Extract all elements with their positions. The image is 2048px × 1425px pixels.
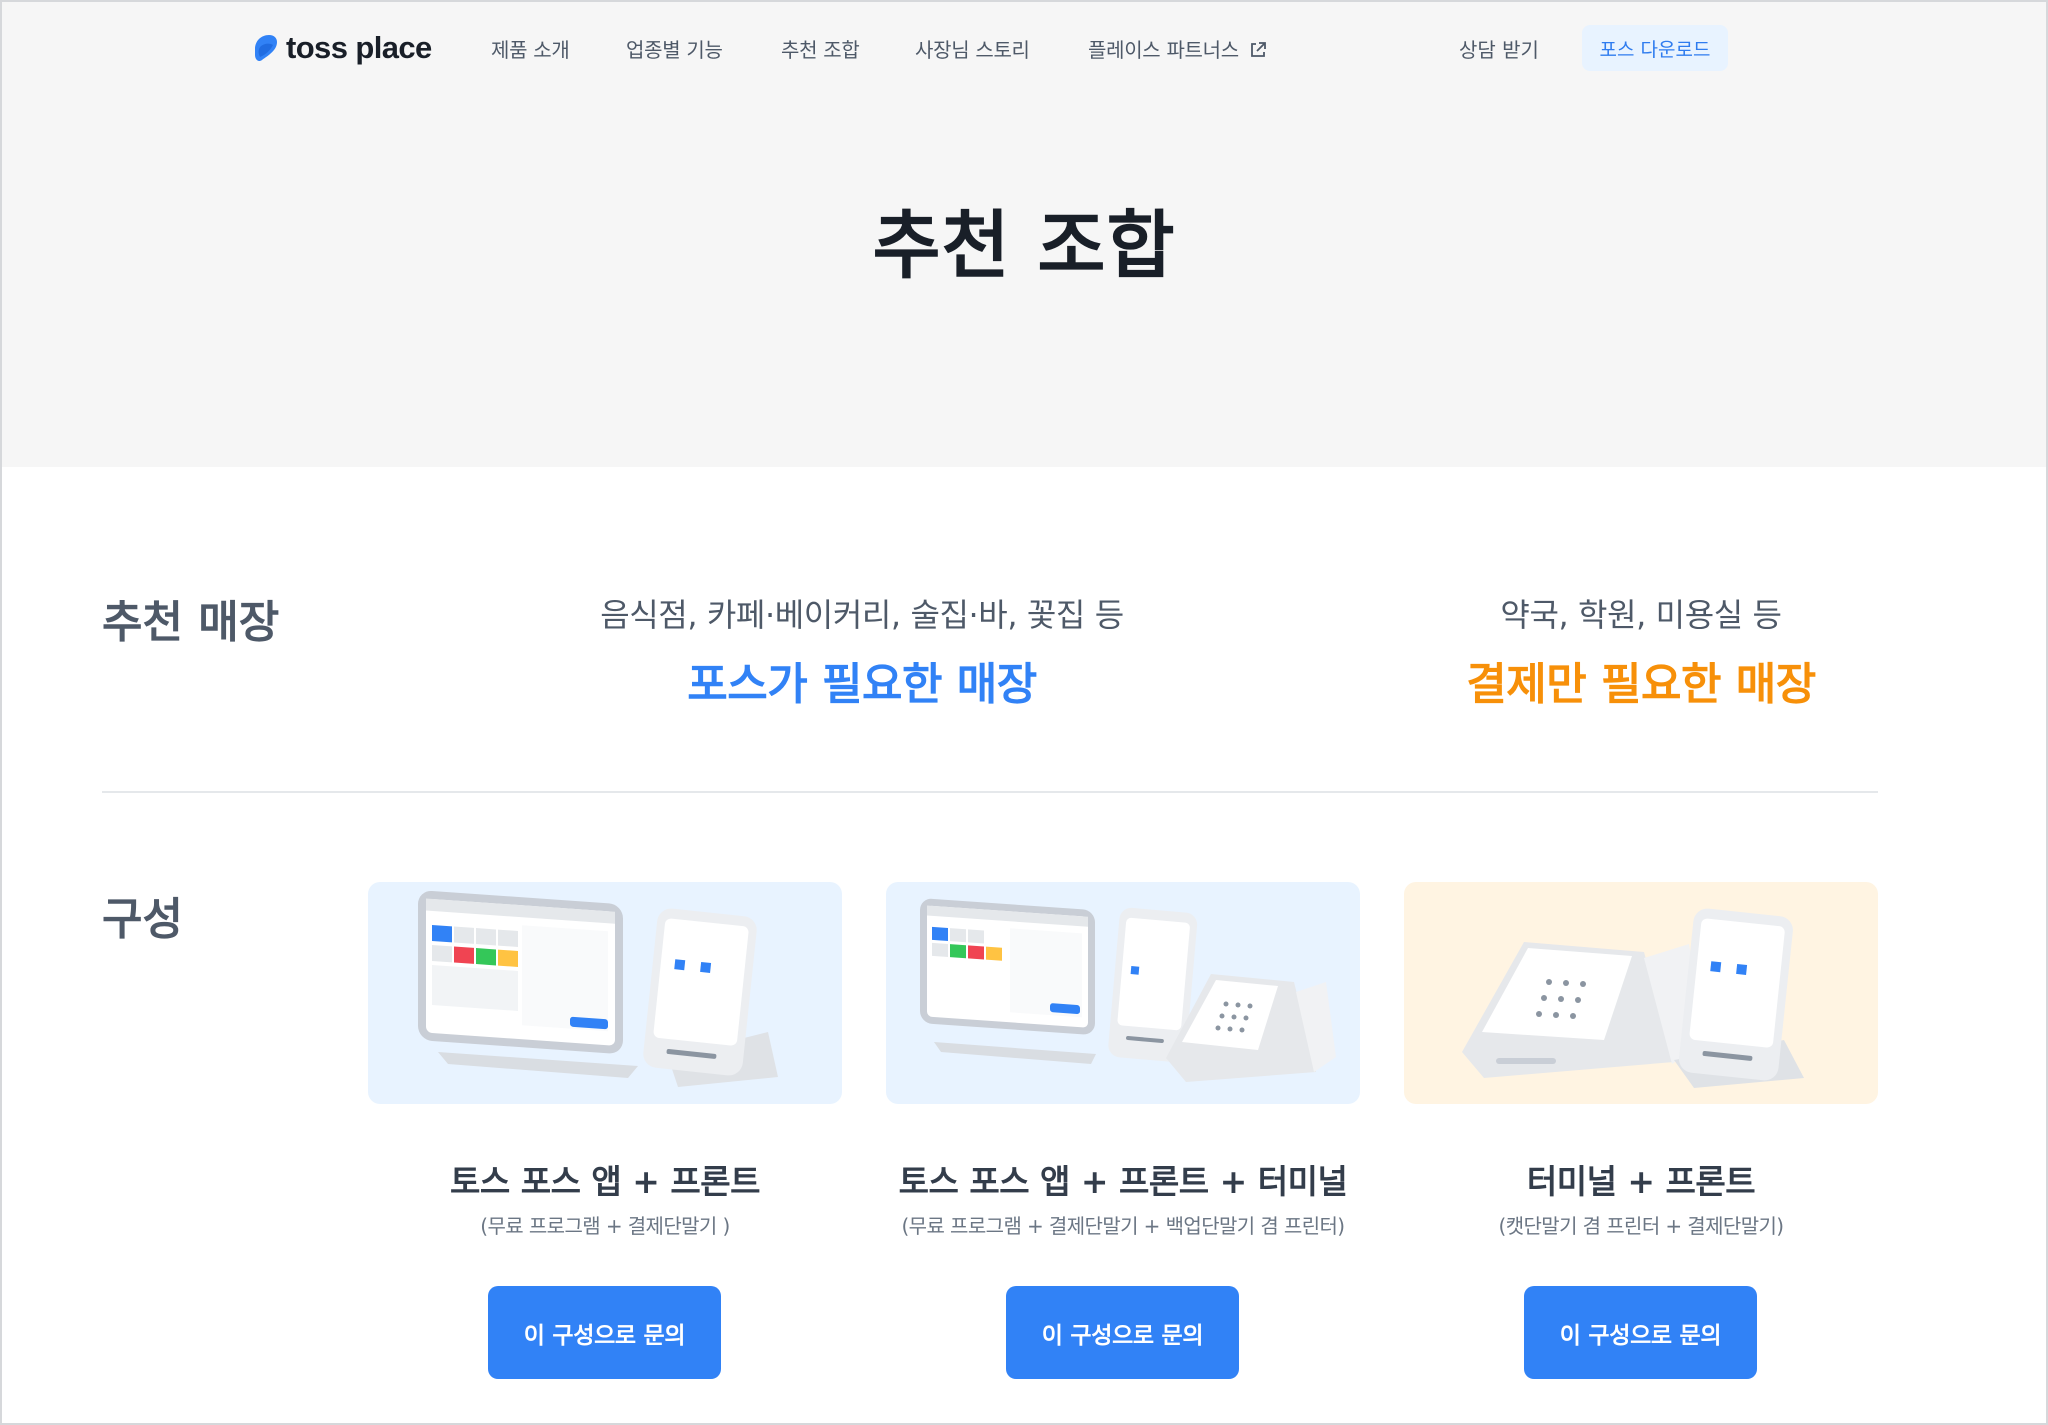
pos-tablet-and-front-device-image	[368, 882, 842, 1104]
card-2-title: 토스 포스 앱 + 프론트 + 터미널	[898, 1162, 1348, 1201]
nav-item-place-partners-label: 플레이스 파트너스	[1088, 38, 1239, 62]
product-illustration	[920, 898, 1336, 1082]
card-2-subtitle: (무료 프로그램 + 결제단말기 + 백업단말기 겸 프린터)	[901, 1214, 1345, 1238]
card-1-title: 토스 포스 앱 + 프론트	[450, 1162, 761, 1201]
toss-logo-icon	[255, 35, 277, 62]
brand-name: toss place	[286, 30, 432, 65]
top-navigation: toss place 제품 소개 업종별 기능 추천 조합 사장님 스토리 플레…	[0, 0, 2048, 96]
card-1-subtitle: (무료 프로그램 + 결제단말기 )	[480, 1214, 730, 1238]
page-title: 추천 조합	[872, 203, 1176, 289]
pos-store-description: 음식점, 카페·베이커리, 술집·바, 꽃집 등	[600, 596, 1124, 634]
product-illustration	[1462, 908, 1804, 1088]
card-3-title: 터미널 + 프론트	[1526, 1162, 1756, 1201]
terminal-and-front-device-image	[1404, 882, 1878, 1104]
payment-store-heading: 결제만 필요한 매장	[1466, 659, 1816, 710]
nav-item-industry-features[interactable]: 업종별 기능	[626, 34, 723, 63]
nav-item-owner-stories[interactable]: 사장님 스토리	[915, 34, 1030, 63]
external-link-icon	[1250, 42, 1266, 57]
pos-store-column: 음식점, 카페·베이커리, 술집·바, 꽃집 등 포스가 필요한 매장	[562, 590, 1162, 712]
product-illustration	[418, 890, 778, 1087]
nav-item-place-partners[interactable]: 플레이스 파트너스	[1088, 34, 1267, 63]
card-3-subtitle: (캣단말기 겸 프린터 + 결제단말기)	[1498, 1214, 1785, 1238]
nav-item-recommended-combo[interactable]: 추천 조합	[781, 34, 860, 63]
toss-place-logo[interactable]: toss place	[248, 30, 432, 66]
stores-row-label: 추천 매장	[102, 597, 280, 648]
config-row-label: 구성	[102, 894, 183, 945]
pos-download-button[interactable]: 포스 다운로드	[1582, 25, 1728, 71]
hero-section: toss place 제품 소개 업종별 기능 추천 조합 사장님 스토리 플레…	[0, 0, 2048, 467]
card-1-inquiry-button[interactable]: 이 구성으로 문의	[488, 1286, 721, 1379]
pos-store-heading: 포스가 필요한 매장	[687, 659, 1037, 710]
section-divider	[102, 791, 1878, 793]
payment-store-description: 약국, 학원, 미용실 등	[1500, 596, 1782, 634]
pos-tablet-front-and-terminal-image	[886, 882, 1360, 1104]
card-2-inquiry-button[interactable]: 이 구성으로 문의	[1006, 1286, 1239, 1379]
nav-item-products[interactable]: 제품 소개	[491, 34, 570, 63]
consult-link[interactable]: 상담 받기	[1459, 34, 1539, 63]
card-3-inquiry-button[interactable]: 이 구성으로 문의	[1524, 1286, 1757, 1379]
payment-store-column: 약국, 학원, 미용실 등 결제만 필요한 매장	[1404, 590, 1878, 712]
